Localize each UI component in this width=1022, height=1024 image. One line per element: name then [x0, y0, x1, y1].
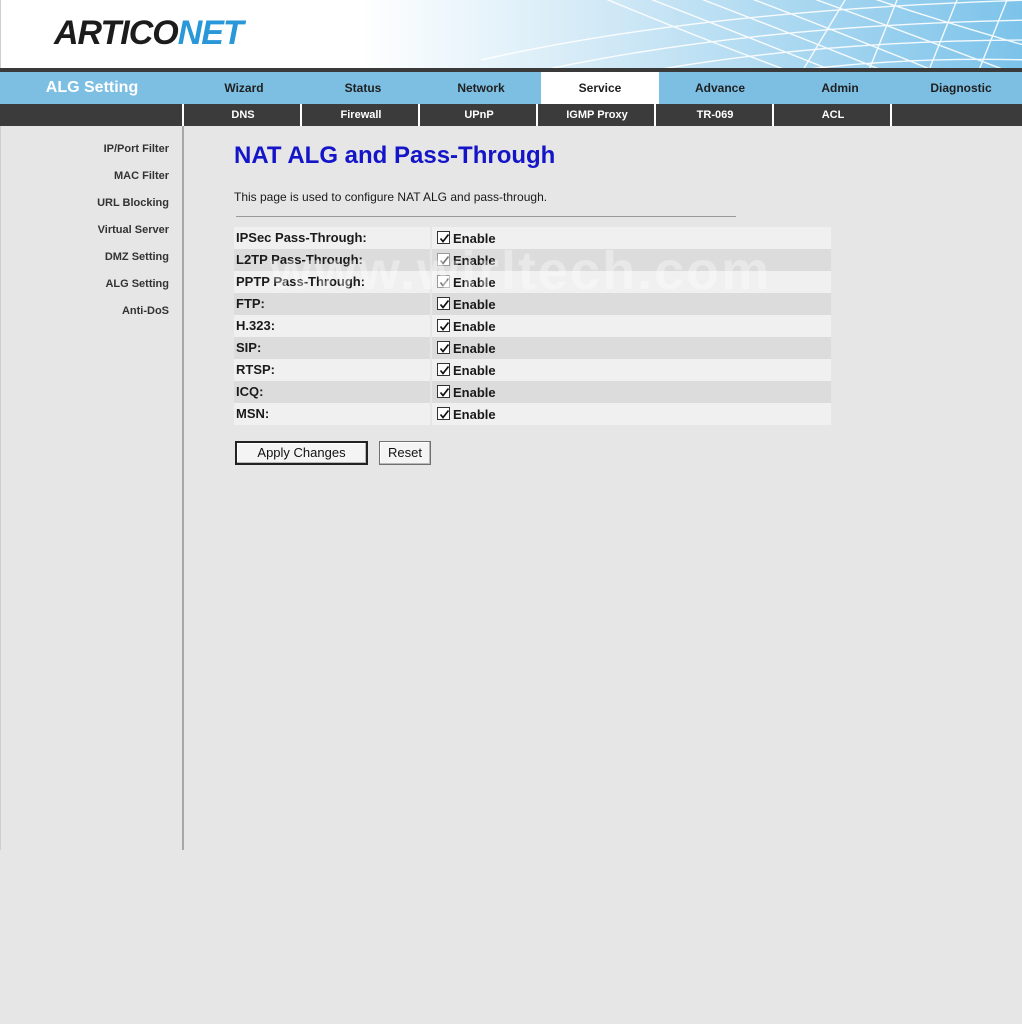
alg-row-ipsec: IPSec Pass-Through: Enable [234, 227, 831, 249]
ftp-enable-checkbox[interactable] [437, 297, 450, 310]
alg-label: ICQ: [236, 384, 264, 399]
sub-nav: DNS Firewall UPnP IGMP Proxy TR-069 ACL [0, 104, 1022, 126]
reset-button[interactable]: Reset [379, 441, 431, 465]
subtab-upnp[interactable]: UPnP [418, 104, 538, 126]
ipsec-enable-checkbox[interactable] [437, 231, 450, 244]
subtab-tr069[interactable]: TR-069 [654, 104, 774, 126]
cell-separator [430, 359, 432, 381]
alg-settings-table: IPSec Pass-Through: Enable L2TP Pass-Thr… [234, 227, 831, 425]
checkmark-icon [439, 343, 450, 353]
rtsp-enable-checkbox[interactable] [437, 363, 450, 376]
page-title: NAT ALG and Pass-Through [234, 142, 556, 169]
sidebar-item-mac-filter[interactable]: MAC Filter [114, 170, 169, 182]
tab-service[interactable]: Service [541, 72, 659, 104]
msn-enable-checkbox[interactable] [437, 407, 450, 420]
sidebar-divider [182, 126, 184, 850]
tab-diagnostic[interactable]: Diagnostic [900, 72, 1022, 104]
alg-label: RTSP: [236, 362, 275, 377]
alg-row-icq: ICQ: Enable [234, 381, 831, 403]
alg-row-ftp: FTP: Enable [234, 293, 831, 315]
subtab-dns[interactable]: DNS [182, 104, 302, 126]
articonet-logo: ARTICONET [54, 14, 244, 52]
alg-row-l2tp: L2TP Pass-Through: Enable [234, 249, 831, 271]
cell-separator [430, 337, 432, 359]
sidebar-item-url-blocking[interactable]: URL Blocking [97, 197, 169, 209]
sidebar-item-dmz-setting[interactable]: DMZ Setting [105, 251, 169, 263]
alg-row-msn: MSN: Enable [234, 403, 831, 425]
alg-row-pptp: PPTP Pass-Through: Enable [234, 271, 831, 293]
cell-separator [430, 403, 432, 425]
cell-separator [430, 293, 432, 315]
checkmark-icon [439, 255, 450, 265]
checkbox-label: Enable [453, 407, 496, 422]
page-description: This page is used to configure NAT ALG a… [234, 190, 548, 204]
alg-row-sip: SIP: Enable [234, 337, 831, 359]
sidebar-item-ip-port-filter[interactable]: IP/Port Filter [104, 143, 169, 155]
subtab-acl[interactable]: ACL [772, 104, 892, 126]
checkmark-icon [439, 387, 450, 397]
checkbox-label: Enable [453, 363, 496, 378]
icq-enable-checkbox[interactable] [437, 385, 450, 398]
alg-label: IPSec Pass-Through: [236, 230, 367, 245]
header-banner: ARTICONET [0, 0, 1022, 68]
checkmark-icon [439, 365, 450, 375]
alg-row-h323: H.323: Enable [234, 315, 831, 337]
alg-label: SIP: [236, 340, 262, 355]
tab-status[interactable]: Status [304, 72, 422, 104]
checkbox-label: Enable [453, 275, 496, 290]
alg-label: L2TP Pass-Through: [236, 252, 363, 267]
l2tp-enable-checkbox[interactable] [437, 253, 450, 266]
checkbox-label: Enable [453, 231, 496, 246]
sidebar: IP/Port Filter MAC Filter URL Blocking V… [0, 126, 182, 850]
checkmark-icon [439, 299, 450, 309]
checkmark-icon [439, 277, 450, 287]
cell-separator [430, 315, 432, 337]
alg-label: H.323: [236, 318, 276, 333]
alg-label: PPTP Pass-Through: [236, 274, 366, 289]
checkbox-label: Enable [453, 319, 496, 334]
tab-admin[interactable]: Admin [780, 72, 900, 104]
tab-network[interactable]: Network [422, 72, 540, 104]
subtab-empty [890, 104, 1022, 126]
alg-row-rtsp: RTSP: Enable [234, 359, 831, 381]
cell-separator [430, 249, 432, 271]
checkmark-icon [439, 233, 450, 243]
cell-separator [430, 381, 432, 403]
cell-separator [430, 271, 432, 293]
cell-separator [430, 227, 432, 249]
checkbox-label: Enable [453, 341, 496, 356]
checkmark-icon [439, 409, 450, 419]
sidebar-item-virtual-server[interactable]: Virtual Server [98, 224, 169, 236]
tab-advance[interactable]: Advance [660, 72, 780, 104]
main-nav: ALG Setting Wizard Status Network Servic… [0, 72, 1022, 104]
sidebar-item-alg-setting[interactable]: ALG Setting [105, 278, 169, 290]
h323-enable-checkbox[interactable] [437, 319, 450, 332]
checkbox-label: Enable [453, 297, 496, 312]
sip-enable-checkbox[interactable] [437, 341, 450, 354]
checkbox-label: Enable [453, 253, 496, 268]
subtab-firewall[interactable]: Firewall [300, 104, 420, 126]
checkbox-label: Enable [453, 385, 496, 400]
alg-label: MSN: [236, 406, 270, 421]
tab-wizard[interactable]: Wizard [184, 72, 304, 104]
alg-label: FTP: [236, 296, 265, 311]
checkmark-icon [439, 321, 450, 331]
content-divider [236, 216, 736, 217]
pptp-enable-checkbox[interactable] [437, 275, 450, 288]
apply-changes-button[interactable]: Apply Changes [235, 441, 368, 465]
subtab-igmp-proxy[interactable]: IGMP Proxy [536, 104, 656, 126]
sidebar-item-anti-dos[interactable]: Anti-DoS [122, 305, 169, 317]
section-title: ALG Setting [45, 79, 139, 96]
